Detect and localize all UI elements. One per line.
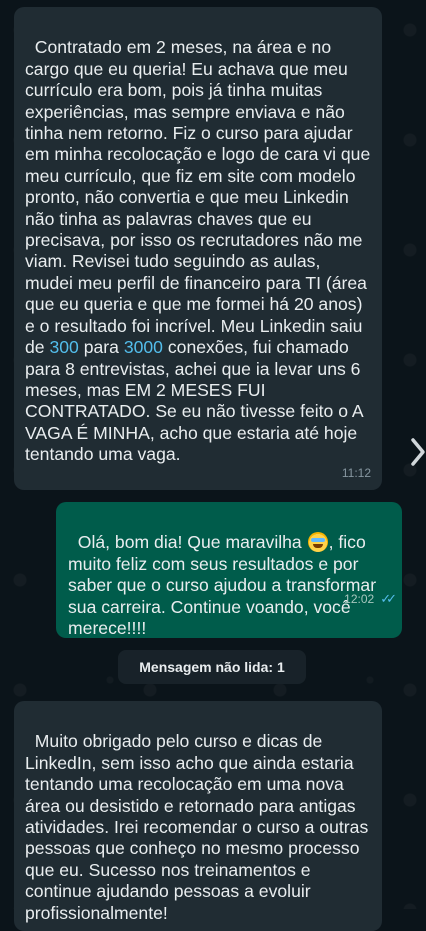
message-time: 12:02 ✓✓ — [331, 567, 397, 632]
chevron-right-icon[interactable] — [410, 436, 426, 468]
incoming-message-bubble[interactable]: Muito obrigado pelo curso e dicas de Lin… — [14, 701, 382, 931]
star-struck-emoji-icon — [307, 532, 328, 553]
outgoing-message-bubble[interactable]: Olá, bom dia! Que maravilha , fico muito… — [56, 502, 402, 638]
double-check-icon: ✓✓ — [380, 591, 397, 607]
incoming-message-bubble[interactable]: Contratado em 2 meses, na área e no carg… — [14, 7, 382, 490]
message-text: Contratado em 2 meses, na área e no carg… — [25, 37, 376, 465]
highlighted-number[interactable]: 300 — [49, 337, 78, 357]
unread-messages-divider: Mensagem não lida: 1 — [118, 650, 306, 684]
message-text: Muito obrigado pelo curso e dicas de Lin… — [25, 731, 374, 923]
message-time: 11:12 — [341, 465, 371, 480]
highlighted-number[interactable]: 3000 — [124, 337, 163, 357]
